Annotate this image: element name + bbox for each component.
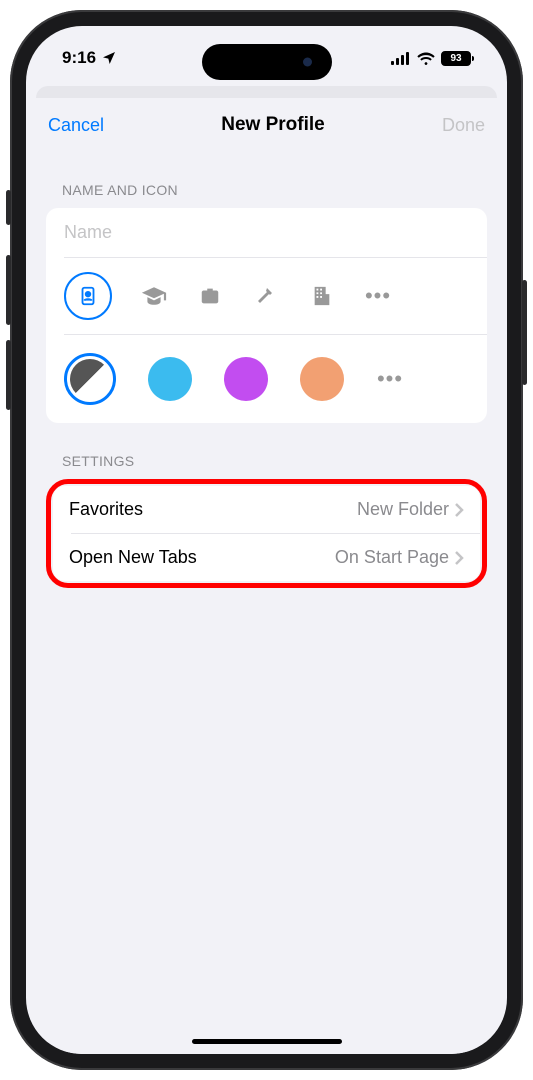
profile-name-input[interactable] — [46, 208, 487, 257]
open-new-tabs-row[interactable]: Open New Tabs On Start Page — [53, 534, 480, 581]
section-header-settings: SETTINGS — [30, 423, 503, 479]
battery-icon: 93 — [441, 51, 471, 66]
open-new-tabs-value: On Start Page — [335, 547, 449, 568]
open-new-tabs-label: Open New Tabs — [69, 547, 197, 568]
hammer-icon[interactable] — [252, 284, 280, 308]
dynamic-island — [202, 44, 332, 80]
icon-picker-row: ••• — [46, 258, 487, 334]
favorites-value: New Folder — [357, 499, 449, 520]
name-icon-card: ••• ••• — [46, 208, 487, 423]
wifi-icon — [417, 52, 435, 65]
navigation-bar: Cancel New Profile Done — [30, 98, 503, 152]
done-button[interactable]: Done — [442, 115, 485, 136]
favorites-row[interactable]: Favorites New Folder — [53, 486, 480, 533]
chevron-right-icon — [455, 503, 464, 517]
settings-card-highlighted: Favorites New Folder Open New Tabs On St… — [46, 479, 487, 588]
status-time: 9:16 — [62, 48, 96, 68]
color-option-purple[interactable] — [224, 357, 268, 401]
color-option-default[interactable] — [64, 353, 116, 405]
color-option-blue[interactable] — [148, 357, 192, 401]
briefcase-icon[interactable] — [196, 285, 224, 307]
more-colors-button[interactable]: ••• — [376, 366, 404, 392]
background-sheet — [36, 86, 497, 98]
location-icon — [101, 50, 117, 66]
more-icons-button[interactable]: ••• — [364, 283, 392, 309]
section-header-name-icon: NAME AND ICON — [30, 152, 503, 208]
color-picker-row: ••• — [46, 335, 487, 423]
favorites-label: Favorites — [69, 499, 143, 520]
graduation-cap-icon[interactable] — [140, 285, 168, 307]
building-icon[interactable] — [308, 284, 336, 308]
color-option-orange[interactable] — [300, 357, 344, 401]
cellular-icon — [391, 52, 411, 65]
chevron-right-icon — [455, 551, 464, 565]
cancel-button[interactable]: Cancel — [48, 115, 104, 136]
page-title: New Profile — [221, 114, 324, 136]
profile-card-icon[interactable] — [64, 272, 112, 320]
home-indicator[interactable] — [192, 1039, 342, 1044]
